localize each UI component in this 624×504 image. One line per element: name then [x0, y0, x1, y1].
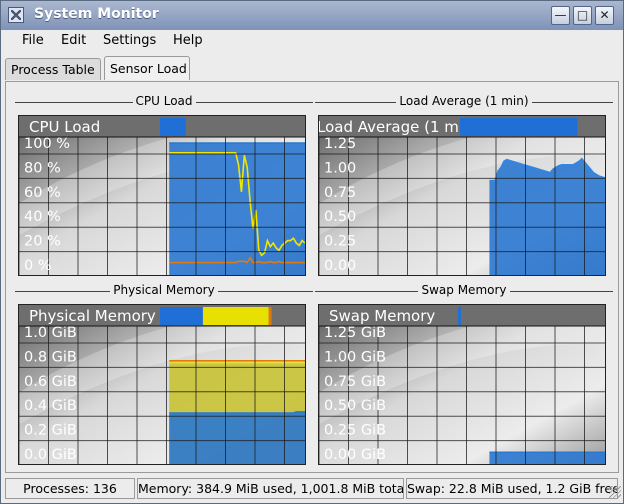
header-bar-0 [458, 307, 461, 325]
status-swap: Swap: 22.8 MiB used, 1.2 GiB free [406, 478, 618, 499]
y-axis-label: 20 % [24, 234, 61, 250]
y-axis-label: 0.4 GiB [24, 398, 77, 414]
tab-process-table[interactable]: Process Table [5, 58, 101, 80]
header-bar-1 [202, 307, 269, 325]
sensor-header-label: Load Average (1 min) [319, 118, 478, 136]
menu-bar: File Edit Settings Help [1, 30, 623, 53]
sensor-header-label: CPU Load [29, 118, 100, 136]
app-icon[interactable] [8, 7, 24, 23]
y-axis-label: 0.25 GiB [324, 423, 386, 439]
maximize-button[interactable]: □ [573, 6, 592, 25]
y-axis-label: 100 % [24, 136, 70, 152]
tab-sensor-load[interactable]: Sensor Load [104, 56, 190, 80]
y-axis-label: 1.25 GiB [324, 325, 386, 341]
y-axis-label: 0.75 GiB [324, 374, 386, 390]
y-axis-label: 1.00 [324, 160, 356, 176]
title-bar[interactable]: System Monitor — □ ✕ [1, 1, 623, 31]
y-axis-label: 0.25 [324, 234, 356, 250]
group-legend: Physical Memory [110, 283, 218, 297]
cpu-load-group: CPU Load 100 % 80 % 60 % 40 % 20 % 0 % CPU Loa… [15, 94, 313, 280]
group-legend: CPU Load [132, 94, 196, 108]
swap-memory-group: Swap Memory 1.25 GiB 1.00 GiB 0.75 GiB 0.50… [315, 283, 613, 469]
menu-edit[interactable]: Edit [61, 33, 86, 48]
series-0-area [489, 452, 605, 464]
swap-memory-plot[interactable]: 1.25 GiB 1.00 GiB 0.75 GiB 0.50 GiB 0.25 GiB… [318, 304, 606, 465]
series-0-area [489, 158, 605, 275]
y-axis-label: 0.8 GiB [24, 349, 77, 365]
y-axis-label: 0.75 [324, 185, 356, 201]
y-axis-label: 0.50 GiB [324, 398, 386, 414]
y-axis-label: 0.2 GiB [24, 423, 77, 439]
menu-settings[interactable]: Settings [103, 33, 156, 48]
close-button[interactable]: ✕ [595, 6, 614, 25]
load-average-group: Load Average (1 min) 1.25 1.00 0.75 0.50 0.2… [315, 94, 613, 280]
menu-file[interactable]: File [22, 33, 44, 48]
group-legend: Load Average (1 min) [396, 94, 532, 108]
y-axis-label: 80 % [24, 160, 61, 176]
status-processes: Processes: 136 [5, 478, 135, 499]
cpu-load-plot[interactable]: 100 % 80 % 60 % 40 % 20 % 0 % CPU Load [18, 115, 306, 276]
y-axis-label: 1.25 [324, 136, 356, 152]
y-axis-label: 0.0 GiB [24, 447, 77, 463]
status-bar: Processes: 136 Memory: 384.9 MiB used, 1… [1, 478, 623, 500]
y-axis-label: 0.50 [324, 209, 356, 225]
sensor-header-label: Physical Memory [29, 307, 156, 325]
menu-help[interactable]: Help [173, 33, 203, 48]
resize-grip[interactable] [609, 486, 621, 498]
header-bar-0 [460, 118, 578, 136]
physical-memory-plot[interactable]: 1.0 GiB 0.8 GiB 0.6 GiB 0.4 GiB 0.2 GiB 0.0 G… [18, 304, 306, 465]
maximize-icon: □ [576, 8, 589, 22]
header-bar-2 [268, 307, 272, 325]
system-monitor-window: System Monitor — □ ✕ File Edit Settings … [0, 0, 624, 504]
y-axis-label: 0.00 GiB [324, 447, 386, 463]
status-memory: Memory: 384.9 MiB used, 1,001.8 MiB tota… [137, 478, 404, 499]
sensor-header-label: Swap Memory [329, 307, 435, 325]
y-axis-label: 60 % [24, 185, 61, 201]
header-bar-0 [160, 118, 186, 136]
load-average-plot[interactable]: 1.25 1.00 0.75 0.50 0.25 0.00 Load Average (1 … [318, 115, 606, 276]
physical-memory-group: Physical Memory 1.0 GiB 0.8 GiB 0.6 GiB 0.4… [15, 283, 313, 469]
minimize-icon: — [554, 8, 567, 22]
y-axis-label: 0.6 GiB [24, 374, 77, 390]
header-bar-0 [160, 307, 203, 325]
minimize-button[interactable]: — [551, 6, 570, 25]
y-axis-label: 0.00 [324, 258, 356, 274]
y-axis-label: 0 % [24, 258, 52, 274]
window-title: System Monitor [34, 6, 159, 22]
sensor-load-panel: CPU Load 100 % 80 % 60 % 40 % 20 % 0 % CPU Loa… [5, 81, 619, 473]
close-icon: ✕ [599, 8, 610, 22]
y-axis-label: 1.00 GiB [324, 349, 386, 365]
y-axis-label: 40 % [24, 209, 61, 225]
group-legend: Swap Memory [418, 283, 510, 297]
y-axis-label: 1.0 GiB [24, 325, 77, 341]
